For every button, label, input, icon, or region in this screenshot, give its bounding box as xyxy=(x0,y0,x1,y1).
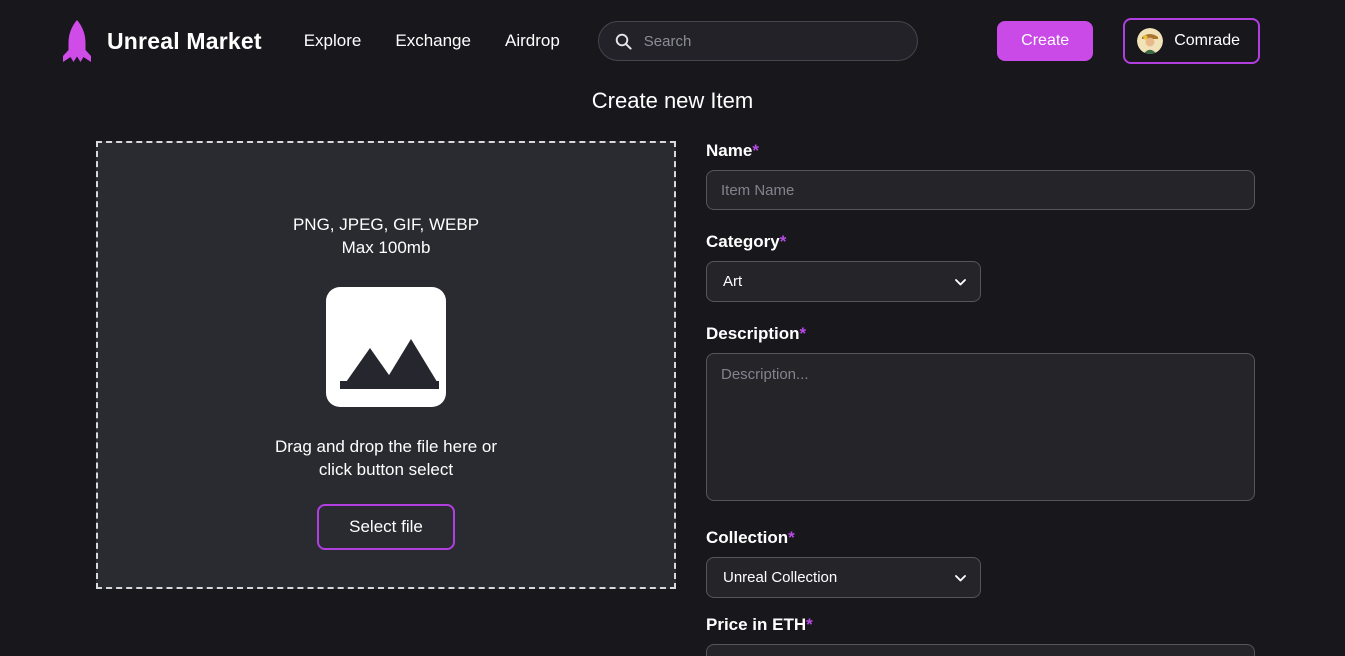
label-collection-text: Collection xyxy=(706,528,789,547)
required-marker: * xyxy=(799,324,807,343)
search-box[interactable] xyxy=(597,21,918,61)
label-name-text: Name xyxy=(706,141,753,160)
dropzone-formats-line1: PNG, JPEG, GIF, WEBP xyxy=(292,215,480,234)
field-collection: Collection* Unreal Collection xyxy=(706,528,1255,598)
select-file-button[interactable]: Select file xyxy=(317,504,455,550)
label-price: Price in ETH* xyxy=(706,615,1255,635)
required-marker: * xyxy=(806,615,813,634)
brand-name: Unreal Market xyxy=(107,27,262,54)
item-form: Name* Category* Art De xyxy=(706,141,1345,656)
label-category-text: Category xyxy=(706,232,780,251)
search-icon xyxy=(615,33,632,50)
description-textarea[interactable] xyxy=(706,353,1255,501)
account-button[interactable]: Comrade xyxy=(1123,18,1260,64)
file-dropzone[interactable]: PNG, JPEG, GIF, WEBP Max 100mb Drag and … xyxy=(96,141,676,589)
label-collection: Collection* xyxy=(706,528,1255,548)
field-description: Description* xyxy=(706,324,1255,506)
label-description-text: Description xyxy=(706,324,800,343)
create-item-content: PNG, JPEG, GIF, WEBP Max 100mb Drag and … xyxy=(0,114,1345,656)
field-name: Name* xyxy=(706,141,1255,210)
label-name: Name* xyxy=(706,141,1255,161)
collection-select-wrap: Unreal Collection xyxy=(706,557,981,598)
dropzone-hint-line1: Drag and drop the file here or xyxy=(274,437,498,456)
collection-select[interactable]: Unreal Collection xyxy=(706,557,981,598)
dropzone-formats: PNG, JPEG, GIF, WEBP Max 100mb xyxy=(293,213,479,259)
field-price: Price in ETH* xyxy=(706,615,1255,656)
label-category: Category* xyxy=(706,232,1255,252)
upload-column: PNG, JPEG, GIF, WEBP Max 100mb Drag and … xyxy=(96,141,676,656)
account-label: Comrade xyxy=(1174,32,1240,49)
name-input[interactable] xyxy=(706,170,1255,210)
dropzone-hint-line2: click button select xyxy=(318,460,454,479)
page-title: Create new Item xyxy=(591,88,754,113)
dropzone-formats-line2: Max 100mb xyxy=(341,238,431,257)
nav-link-explore[interactable]: Explore xyxy=(304,31,362,51)
rocket-icon xyxy=(60,19,94,63)
dropzone-hint: Drag and drop the file here or click but… xyxy=(275,435,497,481)
label-description: Description* xyxy=(706,324,1255,344)
search-input[interactable] xyxy=(643,32,901,50)
create-button[interactable]: Create xyxy=(997,21,1094,61)
price-input[interactable] xyxy=(706,644,1255,656)
avatar xyxy=(1137,28,1164,54)
required-marker: * xyxy=(752,141,759,160)
field-category: Category* Art xyxy=(706,232,1255,302)
site-header: Unreal Market Explore Exchange Airdrop C… xyxy=(0,0,1345,82)
header-actions: Create Comrade xyxy=(997,18,1260,64)
required-marker: * xyxy=(779,232,787,251)
image-placeholder-icon xyxy=(326,287,446,407)
brand-logo-link[interactable]: Unreal Market xyxy=(60,19,262,63)
required-marker: * xyxy=(788,528,795,547)
label-price-text: Price in ETH xyxy=(706,615,807,634)
nav-link-exchange[interactable]: Exchange xyxy=(395,31,471,51)
category-select[interactable]: Art xyxy=(706,261,981,302)
main-nav: Explore Exchange Airdrop xyxy=(304,31,560,51)
category-select-wrap: Art xyxy=(706,261,981,302)
nav-link-airdrop[interactable]: Airdrop xyxy=(505,31,560,51)
